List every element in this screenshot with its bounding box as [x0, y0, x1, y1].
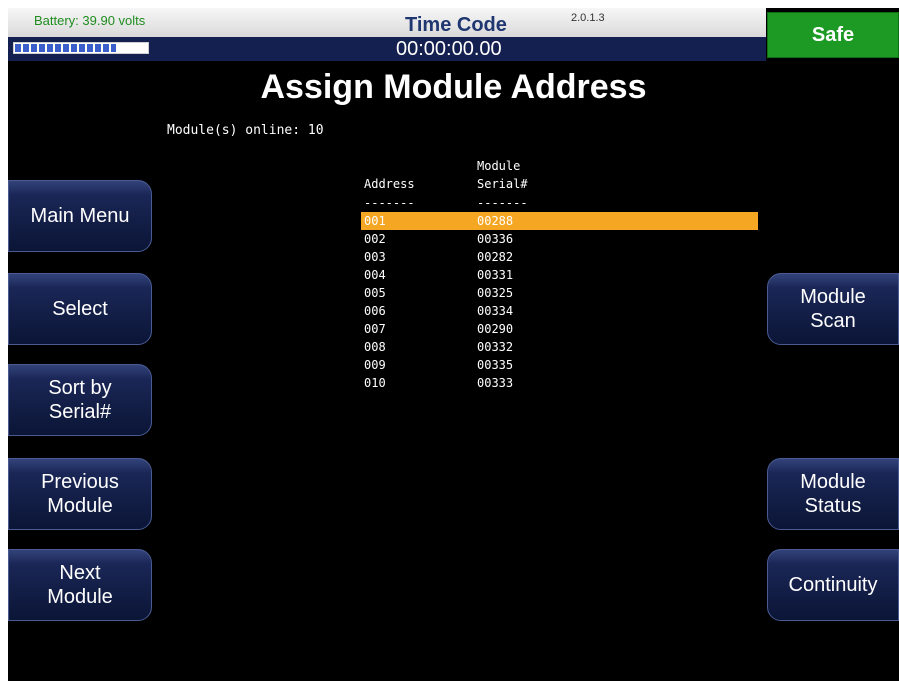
version-label: 2.0.1.3 — [571, 12, 605, 24]
battery-voltage-label: Battery: 39.90 volts — [34, 13, 146, 28]
table-row[interactable]: 009 00335 — [361, 356, 758, 374]
cell-serial: 00325 — [477, 286, 514, 300]
next-module-button[interactable]: Next Module — [8, 549, 152, 621]
main-menu-button[interactable]: Main Menu — [8, 180, 152, 252]
modules-online-count: Module(s) online: 10 — [167, 123, 324, 138]
cell-address: 005 — [364, 286, 386, 300]
header-top-bar: Battery: 39.90 volts Time Code 2.0.1.3 — [8, 8, 766, 37]
battery-level-fill — [15, 44, 116, 52]
table-row[interactable]: 005 00325 — [361, 284, 758, 302]
cell-address: 009 — [364, 358, 386, 372]
table-row[interactable]: 001 00288 — [361, 212, 758, 230]
cell-serial: 00290 — [477, 322, 514, 336]
cell-serial: 00331 — [477, 268, 514, 282]
cell-address: 004 — [364, 268, 386, 282]
module-scan-button[interactable]: Module Scan — [767, 273, 899, 345]
module-status-button[interactable]: Module Status — [767, 458, 899, 530]
table-row[interactable]: 006 00334 — [361, 302, 758, 320]
header-bottom-bar: 00:00:00.00 — [8, 37, 766, 61]
cell-serial: 00282 — [477, 250, 514, 264]
column-divider-address: ------- — [364, 196, 415, 210]
module-table: 001 00288 002 00336 003 00282 004 00331 005 00325… — [361, 212, 758, 392]
page-title: Assign Module Address — [260, 68, 647, 106]
cell-address: 001 — [364, 214, 386, 228]
select-button[interactable]: Select — [8, 273, 152, 345]
column-header-address: Address — [364, 177, 415, 191]
cell-address: 002 — [364, 232, 386, 246]
cell-serial: 00288 — [477, 214, 514, 228]
column-header-serial: Module Serial# — [477, 159, 528, 191]
table-row[interactable]: 010 00333 — [361, 374, 758, 392]
table-row[interactable]: 008 00332 — [361, 338, 758, 356]
previous-module-button[interactable]: Previous Module — [8, 458, 152, 530]
cell-address: 007 — [364, 322, 386, 336]
safe-button[interactable]: Safe — [767, 12, 899, 58]
column-divider-serial: ------- — [477, 196, 528, 210]
cell-serial: 00334 — [477, 304, 514, 318]
table-row[interactable]: 002 00336 — [361, 230, 758, 248]
timecode-value: 00:00:00.00 — [396, 38, 502, 60]
table-row[interactable]: 003 00282 — [361, 248, 758, 266]
cell-address: 008 — [364, 340, 386, 354]
table-row[interactable]: 004 00331 — [361, 266, 758, 284]
app-window: Battery: 39.90 volts Time Code 2.0.1.3 0… — [8, 8, 899, 681]
cell-address: 006 — [364, 304, 386, 318]
sort-by-serial-button[interactable]: Sort by Serial# — [8, 364, 152, 436]
cell-serial: 00336 — [477, 232, 514, 246]
battery-level-bar — [13, 42, 149, 54]
cell-address: 010 — [364, 376, 386, 390]
timecode-title: Time Code — [405, 14, 507, 36]
table-row[interactable]: 007 00290 — [361, 320, 758, 338]
cell-serial: 00332 — [477, 340, 514, 354]
cell-address: 003 — [364, 250, 386, 264]
cell-serial: 00333 — [477, 376, 514, 390]
cell-serial: 00335 — [477, 358, 514, 372]
continuity-button[interactable]: Continuity — [767, 549, 899, 621]
